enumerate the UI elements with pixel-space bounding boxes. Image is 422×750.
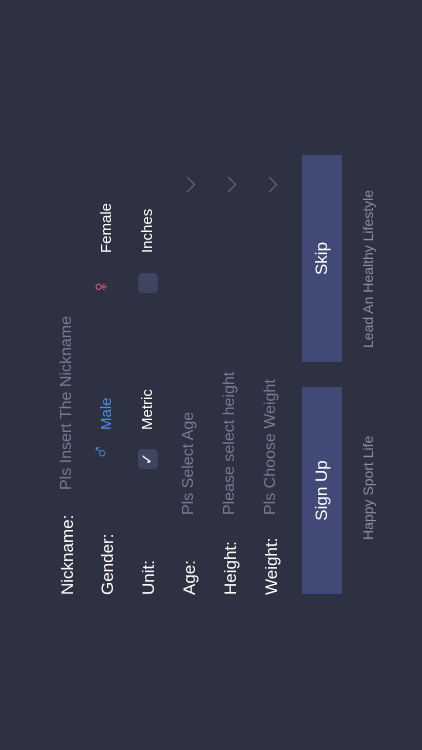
- height-placeholder: Please select height: [221, 371, 238, 515]
- nickname-input[interactable]: Pls Insert The Nickname: [58, 316, 76, 490]
- tagline-left: Happy Sport Life: [360, 435, 376, 540]
- weight-placeholder: Pls Choose Weight: [262, 379, 279, 515]
- unit-inches-label: Inches: [139, 208, 156, 253]
- checkbox-unchecked-icon: [138, 273, 158, 293]
- chevron-right-icon: [220, 176, 237, 193]
- height-label: Height:: [221, 541, 240, 595]
- tagline-right: Lead An Healthy Lifestyle: [360, 190, 376, 348]
- gender-male-label: Male: [98, 397, 115, 430]
- unit-label: Unit:: [139, 560, 158, 595]
- nickname-label: Nickname:: [58, 514, 77, 595]
- female-symbol-icon: ♀: [88, 278, 113, 296]
- checkbox-checked-icon: ✓: [138, 449, 158, 469]
- signup-screen: Nickname: Pls Insert The Nickname Gender…: [0, 0, 422, 750]
- skip-button[interactable]: Skip: [302, 155, 342, 362]
- unit-metric-label: Metric: [139, 389, 156, 430]
- gender-label: Gender:: [98, 533, 117, 595]
- age-placeholder: Pls Select Age: [180, 411, 197, 515]
- male-symbol-icon: ♂: [88, 443, 113, 461]
- chevron-right-icon: [261, 176, 278, 193]
- gender-female-label: Female: [98, 202, 115, 253]
- weight-label: Weight:: [262, 537, 281, 595]
- chevron-right-icon: [179, 176, 196, 193]
- sign-up-button[interactable]: Sign Up: [302, 387, 342, 594]
- age-label: Age:: [180, 560, 199, 595]
